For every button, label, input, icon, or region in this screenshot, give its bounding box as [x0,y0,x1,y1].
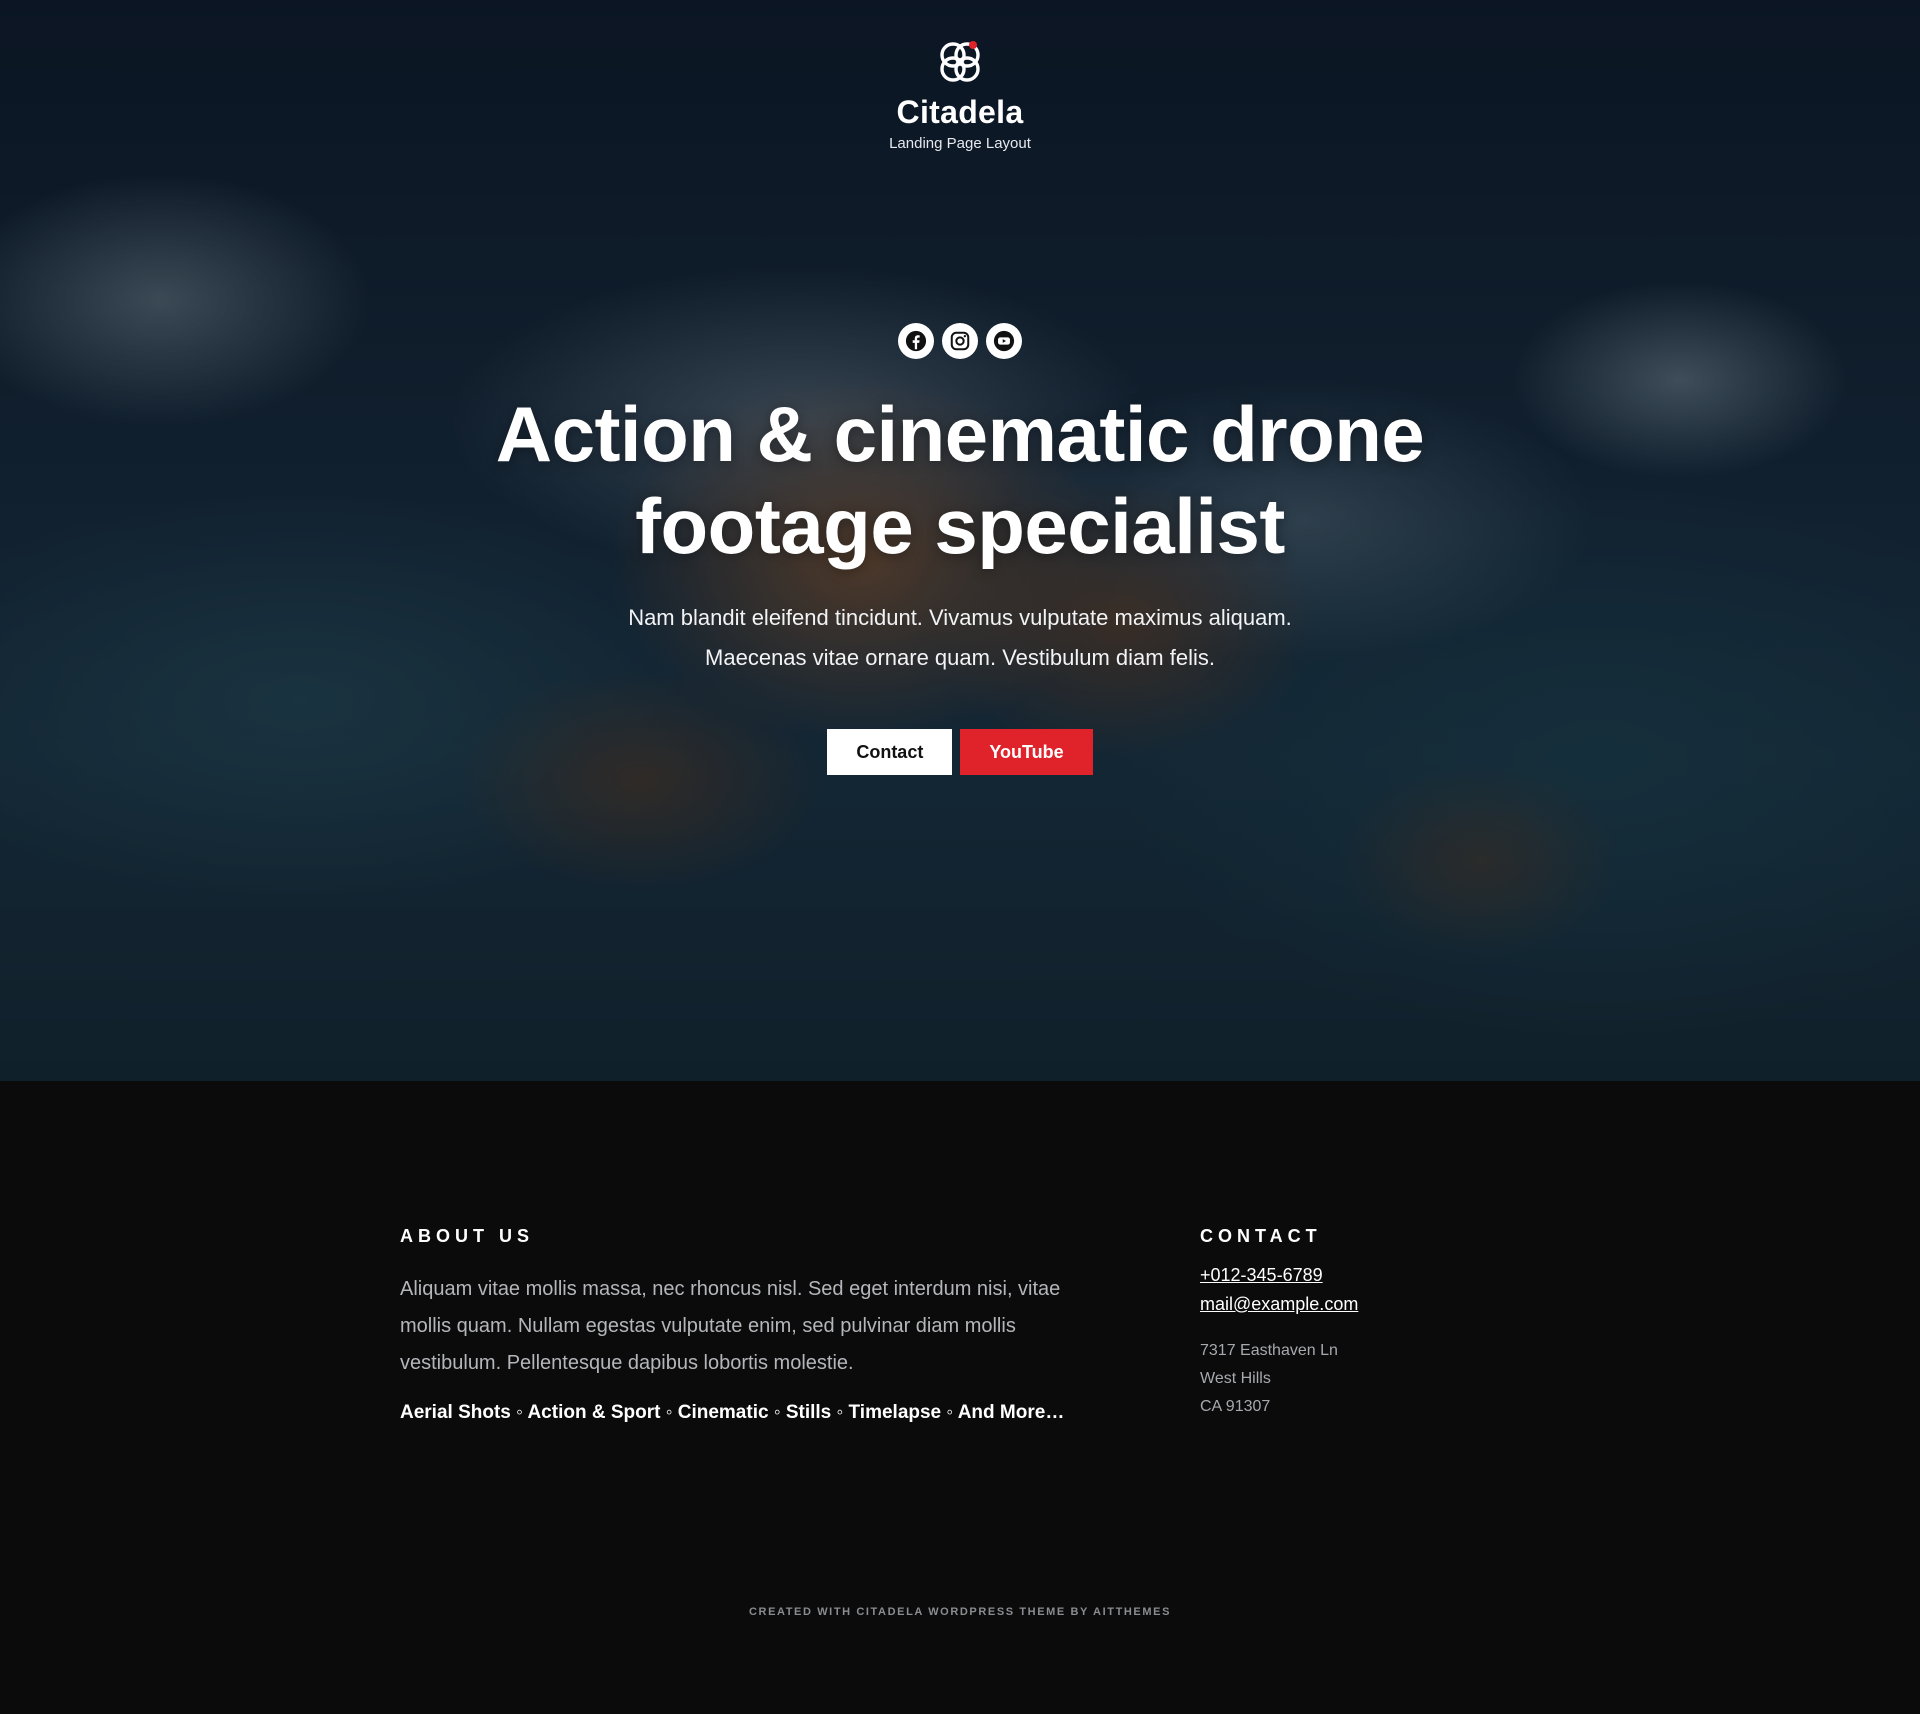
phone-link[interactable]: +012-345-6789 [1200,1265,1600,1286]
contact-links: +012-345-6789 mail@example.com [1200,1265,1600,1315]
about-block: ABOUT US Aliquam vitae mollis massa, nec… [400,1226,1100,1424]
youtube-icon [993,330,1015,352]
site-logo[interactable]: Citadela Landing Page Layout [0,36,1920,152]
youtube-link[interactable] [986,323,1022,359]
hero-buttons: Contact YouTube [0,729,1920,775]
about-title: ABOUT US [400,1226,534,1246]
instagram-link[interactable] [942,323,978,359]
address: 7317 Easthaven Ln West Hills CA 91307 [1200,1337,1600,1421]
hero-lead: Nam blandit eleifend tincidunt. Vivamus … [0,598,1920,678]
contact-button[interactable]: Contact [827,729,953,775]
contact-block: CONTACT +012-345-6789 mail@example.com 7… [1200,1226,1600,1421]
hero-headline-line: footage specialist [635,482,1285,570]
facebook-icon [905,330,927,352]
email-link[interactable]: mail@example.com [1200,1294,1600,1315]
citadela-rings-icon [940,41,980,82]
about-services: Aerial Shots ◦ Action & Sport ◦ Cinemati… [400,1402,1065,1423]
hero-headline: Action & cinematic drone footage special… [0,388,1920,572]
social-links [0,323,1920,359]
address-line: West Hills [1200,1370,1271,1387]
brand-name: Citadela [896,94,1024,130]
about-text: Aliquam vitae mollis massa, nec rhoncus … [400,1278,1061,1374]
brand-tagline: Landing Page Layout [889,135,1031,152]
footer-section: ABOUT US Aliquam vitae mollis massa, nec… [0,1081,1920,1714]
hero-headline-line: Action & cinematic drone [495,390,1425,478]
youtube-button[interactable]: YouTube [960,729,1093,775]
hero-section: Citadela Landing Page Layout Action & ci… [0,0,1920,1081]
facebook-link[interactable] [898,323,934,359]
address-line: CA 91307 [1200,1398,1271,1415]
instagram-icon [950,331,970,351]
hero-lead-line: Maecenas vitae ornare quam. Vestibulum d… [705,645,1215,670]
address-line: 7317 Easthaven Ln [1200,1342,1338,1359]
hero-lead-line: Nam blandit eleifend tincidunt. Vivamus … [628,605,1292,630]
footer-credit[interactable]: CREATED WITH CITADELA WORDPRESS THEME BY… [0,1606,1920,1618]
contact-title: CONTACT [1200,1226,1322,1246]
